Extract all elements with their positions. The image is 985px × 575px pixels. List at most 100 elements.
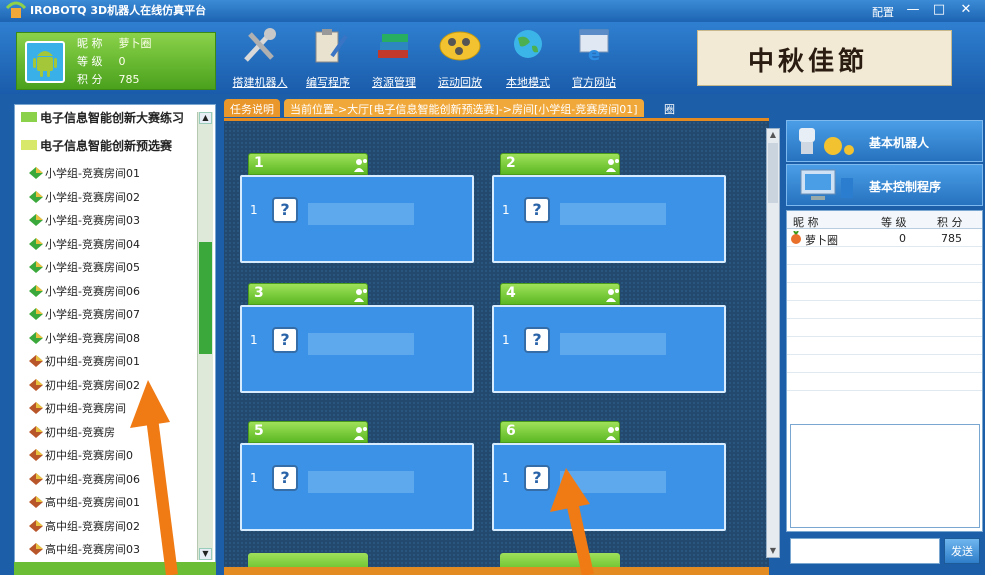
folder-icon: [21, 112, 37, 122]
user-list-header: 昵 称 等 级 积 分: [787, 211, 982, 229]
build-robot-button[interactable]: 搭建机器人: [228, 26, 292, 92]
left-panel-footer: [14, 562, 216, 575]
room-card-number: 3: [254, 285, 264, 301]
player-name-slot: [560, 471, 666, 493]
col-nickname: 昵 称: [793, 216, 819, 229]
room-item[interactable]: 小学组-竞赛房间06: [29, 283, 140, 299]
room-card-number: 5: [254, 423, 264, 439]
avatar: [25, 41, 65, 83]
room-icon: [29, 331, 43, 344]
room-card[interactable]: 3 1?: [240, 283, 474, 393]
globe-icon: [514, 30, 542, 58]
unknown-player-icon[interactable]: ?: [524, 327, 550, 353]
room-card-number: 4: [506, 285, 516, 301]
seat-number: 1: [502, 333, 510, 347]
user-row-empty: [787, 247, 982, 265]
room-label: 高中组-竞赛房间03: [45, 543, 140, 556]
unknown-player-icon[interactable]: ?: [524, 465, 550, 491]
seat-number: 1: [250, 333, 258, 347]
tab-task-description[interactable]: 任务说明: [224, 99, 280, 117]
room-item[interactable]: 高中组-竞赛房间02: [29, 518, 140, 534]
room-label: 初中组-竞赛房间: [45, 402, 126, 415]
user-row-empty: [787, 283, 982, 301]
unknown-player-icon[interactable]: ?: [272, 197, 298, 223]
user-row-empty: [787, 301, 982, 319]
basic-program-button[interactable]: 基本控制程序: [786, 164, 983, 206]
room-icon: [29, 261, 43, 273]
room-item[interactable]: 初中组-竞赛房间: [29, 400, 126, 416]
room-item[interactable]: 小学组-竞赛房间08: [29, 330, 140, 346]
user-info-box: 昵 称 萝卜圈 等 级 0 积 分 785: [16, 32, 216, 90]
room-card-body: 1?: [492, 305, 726, 393]
seat-number: 1: [250, 471, 258, 485]
room-label: 高中组-竞赛房间02: [45, 519, 140, 533]
room-item[interactable]: 高中组-竞赛房间03: [29, 541, 140, 557]
tree-category-practice[interactable]: 电子信息智能创新大赛练习: [21, 109, 184, 126]
local-mode-label: 本地模式: [506, 76, 550, 89]
room-item[interactable]: 小学组-竞赛房间05: [29, 259, 140, 275]
scroll-down-icon[interactable]: ▼: [199, 548, 212, 560]
write-program-button[interactable]: 编写程序: [296, 26, 360, 92]
room-item[interactable]: 小学组-竞赛房间01: [29, 165, 140, 181]
scroll-down-icon[interactable]: ▼: [767, 545, 779, 557]
room-card[interactable]: 1 1?: [240, 153, 474, 263]
unknown-player-icon[interactable]: ?: [524, 197, 550, 223]
room-card[interactable]: 6 1?: [492, 421, 726, 531]
room-item[interactable]: 小学组-竞赛房间07: [29, 306, 140, 322]
scroll-thumb[interactable]: [199, 242, 212, 354]
room-item[interactable]: 小学组-竞赛房间03: [29, 212, 140, 228]
basic-robot-button[interactable]: 基本机器人: [786, 120, 983, 162]
tree-category-preliminary[interactable]: 电子信息智能创新预选赛: [21, 137, 172, 154]
col-points: 积 分: [937, 216, 963, 229]
room-icon: [29, 308, 43, 320]
room-card[interactable]: 2 1?: [492, 153, 726, 263]
local-mode-button[interactable]: 本地模式: [496, 26, 560, 92]
tools-icon: [244, 28, 276, 62]
send-button[interactable]: 发送: [944, 538, 980, 564]
room-icon: [29, 284, 43, 297]
motion-playback-button[interactable]: 运动回放: [428, 26, 492, 92]
motion-playback-label: 运动回放: [438, 76, 482, 89]
room-icon: [29, 425, 43, 438]
room-card[interactable]: 4 1?: [492, 283, 726, 393]
room-item[interactable]: 小学组-竞赛房间02: [29, 189, 140, 205]
minimize-button[interactable]: —: [902, 1, 924, 19]
room-card-body: 1?: [240, 305, 474, 393]
maximize-button[interactable]: □: [928, 1, 950, 19]
room-item[interactable]: 小学组-竞赛房间04: [29, 236, 140, 252]
player-name-slot: [560, 333, 666, 355]
room-label: 初中组-竞赛房间06: [45, 472, 140, 486]
banner-text: 中秋佳節: [748, 47, 869, 77]
android-icon: [33, 51, 57, 77]
room-item[interactable]: 初中组-竞赛房间02: [29, 377, 140, 393]
room-item[interactable]: 初中组-竞赛房间0: [29, 447, 133, 463]
room-card-number: 2: [506, 155, 516, 171]
chat-input[interactable]: [790, 538, 940, 564]
scroll-up-icon[interactable]: ▲: [199, 112, 212, 124]
user-points: 785: [941, 232, 962, 245]
main-scrollbar[interactable]: ▲ ▼: [766, 128, 780, 558]
app-logo-icon: [5, 1, 27, 18]
user-row-empty: [787, 337, 982, 355]
close-button[interactable]: ✕: [955, 1, 977, 19]
room-label: 初中组-竞赛房间0: [45, 449, 133, 462]
room-item[interactable]: 高中组-竞赛房间01: [29, 494, 140, 510]
room-item[interactable]: 初中组-竞赛房: [29, 424, 115, 440]
basic-program-label: 基本控制程序: [869, 180, 942, 194]
scroll-thumb[interactable]: [768, 143, 778, 203]
unknown-player-icon[interactable]: ?: [272, 327, 298, 353]
official-site-button[interactable]: e 官方网站: [562, 26, 626, 92]
room-item[interactable]: 初中组-竞赛房间01: [29, 353, 140, 369]
scroll-up-icon[interactable]: ▲: [767, 129, 779, 141]
left-scrollbar[interactable]: ▲ ▼: [197, 112, 213, 560]
unknown-player-icon[interactable]: ?: [272, 465, 298, 491]
room-card-body: 1?: [492, 443, 726, 531]
room-card[interactable]: 5 1?: [240, 421, 474, 531]
room-icon: [29, 543, 43, 555]
config-button[interactable]: 配置: [872, 4, 894, 20]
user-icon: [354, 159, 367, 172]
clipboard-pen-icon: [315, 29, 348, 63]
resource-manage-button[interactable]: 资源管理: [362, 26, 426, 92]
room-item[interactable]: 初中组-竞赛房间06: [29, 471, 140, 487]
user-row[interactable]: 萝卜圈 0 785: [787, 229, 982, 247]
